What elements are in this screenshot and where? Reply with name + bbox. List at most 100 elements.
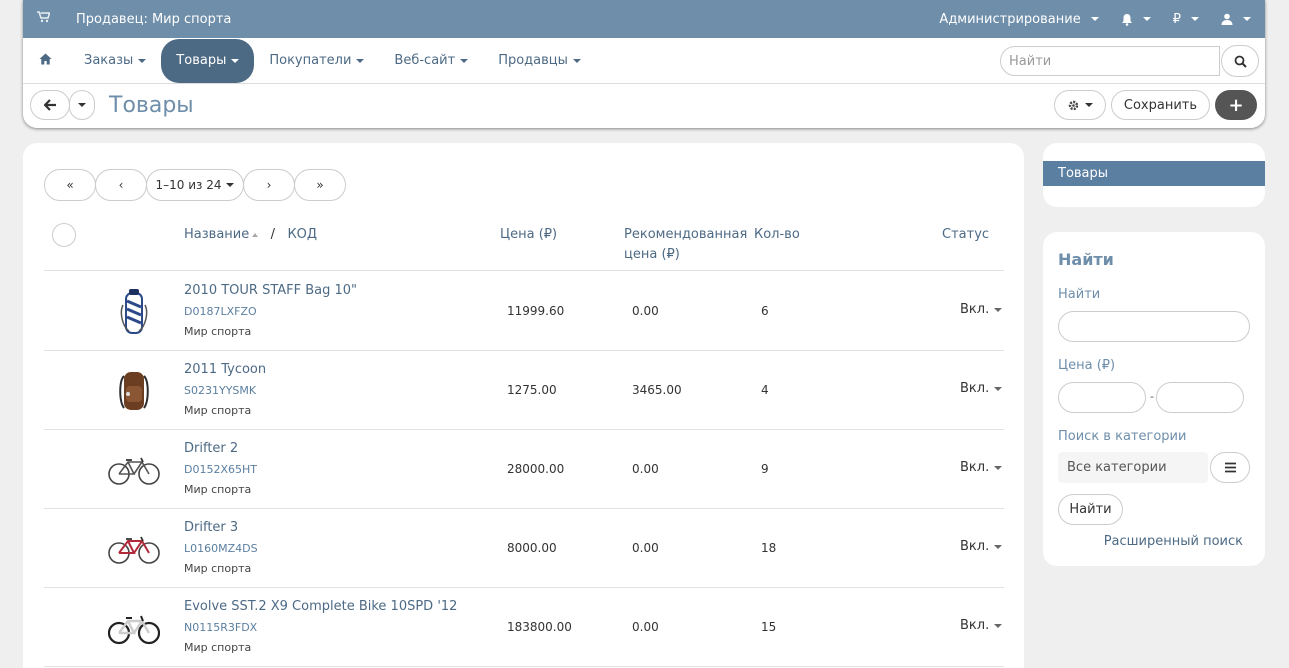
category-field[interactable]: Все категории — [1058, 452, 1208, 483]
table-row[interactable]: 2011 Tycoon S0231YYSMK Мир спорта 1275.0… — [44, 351, 1004, 430]
search-icon — [1234, 55, 1247, 68]
sort-by-msrp[interactable]: Рекомендованная цена (₽) — [624, 225, 747, 265]
table-row[interactable]: Drifter 3 L0160MZ4DS Мир спорта 8000.00 … — [44, 509, 1004, 588]
product-vendor: Мир спорта — [184, 404, 252, 417]
status-dropdown[interactable]: Вкл. — [960, 618, 1003, 633]
table-header: Название / КОД Цена (₽) Рекомендованная … — [44, 223, 1004, 271]
admin-menu[interactable]: Администрирование — [939, 12, 1099, 27]
product-thumbnail[interactable] — [104, 284, 164, 339]
table-row[interactable]: 2010 TOUR STAFF Bag 10" D0187LXFZO Мир с… — [44, 272, 1004, 351]
qty-value[interactable]: 18 — [761, 541, 776, 555]
product-code: D0152X65HT — [184, 463, 257, 476]
msrp-value[interactable]: 0.00 — [632, 462, 659, 476]
qty-value[interactable]: 6 — [761, 304, 769, 318]
price-label: Цена (₽) — [1058, 358, 1116, 373]
user-icon — [1221, 13, 1233, 25]
settings-dropdown[interactable] — [1053, 90, 1106, 120]
save-button[interactable]: Сохранить — [1110, 90, 1210, 120]
plus-icon: + — [1228, 94, 1244, 116]
status-dropdown[interactable]: Вкл. — [960, 539, 1003, 554]
product-name-link[interactable]: Drifter 3 — [184, 520, 238, 535]
status-label: Вкл. — [960, 302, 990, 317]
sort-by-name[interactable]: Название — [184, 227, 259, 242]
back-button[interactable] — [30, 90, 70, 120]
qty-value[interactable]: 4 — [761, 383, 769, 397]
page-last-button[interactable]: » — [294, 169, 346, 201]
currency-menu[interactable]: ₽ — [1173, 12, 1199, 27]
qty-value[interactable]: 15 — [761, 620, 776, 634]
search-panel: Найти Найти Цена (₽) - Поиск в категории… — [1043, 232, 1265, 566]
table-row[interactable]: Drifter 2 D0152X65HT Мир спорта 28000.00… — [44, 430, 1004, 509]
status-dropdown[interactable]: Вкл. — [960, 302, 1003, 317]
product-thumbnail[interactable] — [104, 363, 164, 418]
chevron-down-icon — [356, 58, 365, 63]
product-name-link[interactable]: 2010 TOUR STAFF Bag 10" — [184, 283, 357, 298]
advanced-search-link[interactable]: Расширенный поиск — [1104, 534, 1243, 549]
home-icon[interactable] — [31, 53, 59, 69]
vendor-name: Продавец: Мир спорта — [76, 11, 232, 27]
nav-orders[interactable]: Заказы — [69, 39, 161, 83]
nav-customers[interactable]: Покупатели — [254, 39, 379, 83]
search-input[interactable]: Найти — [1000, 46, 1220, 76]
gear-icon — [1068, 100, 1079, 110]
price-value[interactable]: 11999.60 — [507, 304, 564, 318]
status-label: Вкл. — [960, 460, 990, 475]
arrow-left-icon — [43, 99, 56, 111]
product-thumbnail[interactable] — [104, 521, 164, 576]
price-value[interactable]: 183800.00 — [507, 620, 572, 634]
qty-value[interactable]: 9 — [761, 462, 769, 476]
product-name-link[interactable]: Drifter 2 — [184, 441, 238, 456]
add-product-button[interactable]: + — [1215, 90, 1257, 120]
page-first-button[interactable]: « — [44, 169, 96, 201]
tree-item-products[interactable]: Товары — [1043, 161, 1265, 186]
sort-by-price[interactable]: Цена (₽) — [500, 225, 557, 245]
table-row[interactable]: Evolve SST.2 X9 Complete Bike 10SPD '12 … — [44, 588, 1004, 667]
top-bar: Продавец: Мир спорта Администрирование ₽ — [23, 0, 1265, 38]
history-dropdown[interactable] — [69, 90, 95, 120]
product-name-link[interactable]: Evolve SST.2 X9 Complete Bike 10SPD '12 — [184, 599, 457, 614]
product-thumbnail[interactable] — [104, 600, 164, 655]
select-all-checkbox[interactable] — [52, 223, 76, 247]
price-to-field[interactable] — [1156, 382, 1244, 413]
msrp-value[interactable]: 3465.00 — [632, 383, 682, 397]
sort-by-code[interactable]: КОД — [287, 227, 317, 242]
product-vendor: Мир спорта — [184, 641, 252, 654]
page-prev-button[interactable]: ‹ — [95, 169, 147, 201]
search-button[interactable] — [1221, 45, 1259, 77]
price-from-field[interactable] — [1058, 382, 1146, 413]
user-menu[interactable] — [1221, 13, 1251, 25]
bicycle-image — [108, 615, 160, 644]
chevron-down-icon — [226, 183, 235, 187]
product-code: S0231YYSMK — [184, 384, 257, 397]
page-next-button[interactable]: › — [243, 169, 295, 201]
price-value[interactable]: 1275.00 — [507, 383, 557, 397]
nav-vendors[interactable]: Продавцы — [483, 39, 596, 83]
status-dropdown[interactable]: Вкл. — [960, 381, 1003, 396]
msrp-value[interactable]: 0.00 — [632, 304, 659, 318]
nav-products[interactable]: Товары — [161, 38, 255, 83]
category-picker-button[interactable] — [1210, 452, 1250, 483]
find-field[interactable] — [1058, 311, 1250, 342]
nav-website[interactable]: Веб-сайт — [379, 39, 483, 83]
price-value[interactable]: 28000.00 — [507, 462, 564, 476]
bell-icon — [1121, 13, 1132, 26]
sort-by-qty[interactable]: Кол-во — [754, 225, 800, 245]
product-name-link[interactable]: 2011 Tycoon — [184, 362, 266, 377]
sort-by-status[interactable]: Статус — [942, 225, 989, 245]
col-separator: / — [270, 227, 276, 242]
chevron-down-icon — [994, 544, 1003, 549]
notifications-menu[interactable] — [1121, 13, 1151, 26]
msrp-value[interactable]: 0.00 — [632, 541, 659, 555]
status-dropdown[interactable]: Вкл. — [960, 460, 1003, 475]
find-button[interactable]: Найти — [1058, 494, 1123, 525]
chevron-down-icon — [138, 58, 147, 63]
price-value[interactable]: 8000.00 — [507, 541, 557, 555]
cart-icon[interactable] — [37, 11, 51, 27]
msrp-value[interactable]: 0.00 — [632, 620, 659, 634]
page-range-dropdown[interactable]: 1–10 из 24 — [146, 169, 244, 201]
currency-label: ₽ — [1172, 11, 1181, 27]
product-thumbnail[interactable] — [104, 442, 164, 497]
product-code: N0115R3FDX — [184, 621, 258, 634]
product-vendor: Мир спорта — [184, 483, 252, 496]
product-vendor: Мир спорта — [184, 325, 252, 338]
